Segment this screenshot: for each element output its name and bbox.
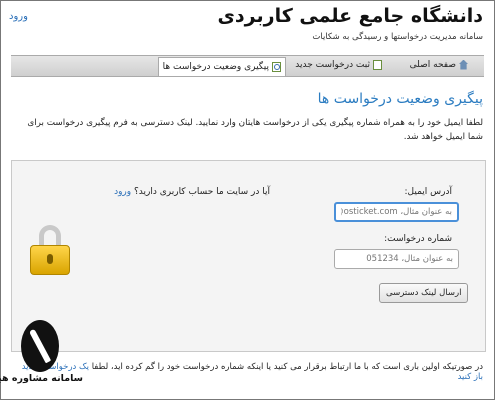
home-icon — [459, 59, 468, 70]
site-subtitle: سامانه مدیریت درخواستها و رسیدگی به شکای… — [312, 32, 483, 42]
ticket-number-field[interactable] — [334, 249, 459, 269]
ticket-status-icon — [272, 61, 281, 72]
footer-text: در صورتیکه اولین باری است که با ما ارتبا… — [91, 362, 483, 372]
nav-item-label: پیگیری وضعیت درخواست ها — [162, 62, 269, 72]
account-question-text: آیا در سایت ما حساب کاربری دارید؟ — [133, 187, 270, 197]
nav-item-home[interactable]: صفحه اصلی — [406, 58, 472, 73]
nav-item-label: ثبت درخواست جدید — [295, 60, 370, 70]
nav-bar: صفحه اصلی ثبت درخواست جدید پیگیری وضعیت … — [11, 55, 484, 77]
ticket-number-label: شماره درخواست: — [384, 234, 452, 244]
watermark-text: سامانه مشاوره هیوا — [0, 373, 83, 384]
nav-item-ticket-status[interactable]: پیگیری وضعیت درخواست ها — [157, 57, 286, 76]
nav-item-label: صفحه اصلی — [409, 60, 456, 70]
account-login-link[interactable]: ورود — [114, 187, 131, 197]
send-access-link-button[interactable]: ارسال لینک دسترسی — [379, 283, 469, 303]
page-title: پیگیری وضعیت درخواست ها — [317, 91, 483, 107]
lock-icon — [30, 225, 70, 275]
watermark-logo: سامانه مشاوره هیوا — [0, 320, 83, 395]
new-ticket-icon — [373, 59, 382, 70]
lock-keyhole — [47, 254, 53, 264]
email-label: آدرس ایمیل: — [404, 187, 452, 197]
nav-item-new-ticket[interactable]: ثبت درخواست جدید — [291, 58, 386, 73]
account-question: آیا در سایت ما حساب کاربری دارید؟ ورود — [114, 187, 270, 197]
site-title: دانشگاه جامع علمی کاربردی — [217, 5, 483, 27]
login-link[interactable]: ورود — [9, 11, 28, 22]
intro-text: لطفا ایمیل خود را به همراه شماره پیگیری … — [27, 118, 483, 142]
email-field[interactable] — [334, 202, 459, 222]
